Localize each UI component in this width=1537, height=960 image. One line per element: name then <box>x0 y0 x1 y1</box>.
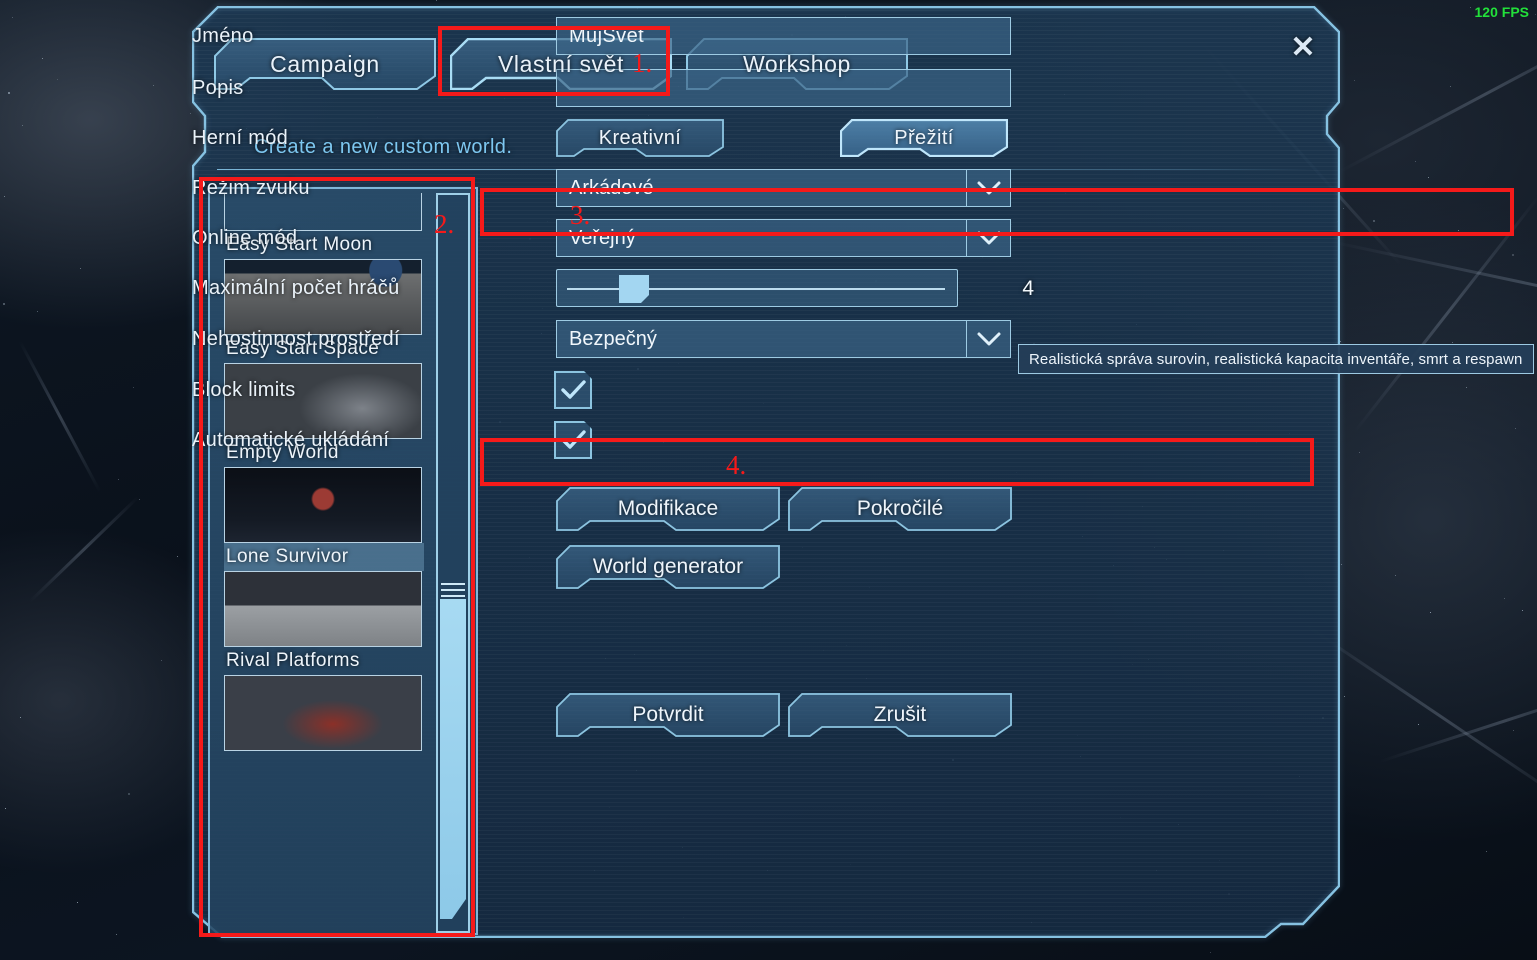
max-players-value: 4 <box>1022 277 1034 300</box>
sound-mode-control: Arkádové <box>556 169 1011 207</box>
scrollbar-grip-line <box>441 583 465 585</box>
name-input[interactable]: MujSvet <box>556 17 1011 55</box>
game-mode-control: Kreativní Přežití <box>556 118 1009 158</box>
row-hostility: Nehostinnost prostředí Bezpečný <box>192 317 1032 361</box>
fps-counter: 120 FPS <box>1474 4 1529 20</box>
hostility-dropdown[interactable]: Bezpečný <box>556 320 1011 358</box>
game-mode-tooltip: Realistická správa surovin, realistická … <box>1018 344 1534 374</box>
online-mode-label: Online mód <box>192 226 298 249</box>
description-label: Popis <box>192 76 244 99</box>
row-online-mode: Online mód Veřejný <box>192 216 1032 260</box>
hostility-control: Bezpečný <box>556 320 1011 358</box>
annotation-number-4: 4. <box>726 450 747 480</box>
check-icon <box>561 430 586 449</box>
sound-mode-value: Arkádové <box>569 176 654 199</box>
row-sound-mode: Režim zvuku Arkádové <box>192 166 1032 210</box>
tab-label: Campaign <box>270 50 380 77</box>
row-block-limits: Block limits <box>192 368 1032 412</box>
scrollbar-grip-line <box>441 589 465 591</box>
scenario-thumbnail <box>224 467 422 543</box>
confirm-label: Potvrdit <box>632 703 704 726</box>
annotation-number-1: 1. <box>632 48 653 78</box>
list-scrollbar-thumb[interactable] <box>440 599 466 919</box>
game-mode-survival-button[interactable]: Přežití <box>839 118 1009 158</box>
game-mode-label: Herní mód <box>192 126 289 149</box>
slider-handle[interactable] <box>619 275 649 303</box>
cancel-label: Zrušit <box>873 703 927 726</box>
confirm-button[interactable]: Potvrdit <box>556 693 780 737</box>
tab-label: Workshop <box>743 50 851 77</box>
chevron-down-icon[interactable] <box>966 220 1010 256</box>
mods-button[interactable]: Modifikace <box>556 487 780 531</box>
list-item-label: Lone Survivor <box>224 543 424 571</box>
row-max-players: Maximální počet hráčů 4 <box>192 266 1034 310</box>
auto-save-label: Automatické ukládání <box>192 428 390 451</box>
max-players-label: Maximální počet hráčů <box>192 276 400 299</box>
advanced-button[interactable]: Pokročilé <box>788 487 1012 531</box>
annotation-number-3: 3. <box>570 200 591 230</box>
name-control: MujSvet <box>556 17 1011 55</box>
world-generator-button[interactable]: World generator <box>556 545 780 589</box>
game-mode-survival-label: Přežití <box>894 126 954 149</box>
hostility-value: Bezpečný <box>569 327 657 350</box>
max-players-slider[interactable] <box>556 269 958 307</box>
row-game-mode: Herní mód Kreativní Přežití <box>192 116 1032 160</box>
online-mode-control: Veřejný <box>556 219 1011 257</box>
list-item-selected[interactable]: Lone Survivor <box>224 467 424 571</box>
list-item[interactable] <box>224 675 424 751</box>
list-item[interactable]: Rival Platforms <box>224 571 424 675</box>
online-mode-dropdown[interactable]: Veřejný <box>556 219 1011 257</box>
sound-mode-label: Režim zvuku <box>192 176 310 199</box>
game-mode-creative-label: Kreativní <box>598 126 682 149</box>
scenario-thumbnail <box>224 675 422 751</box>
row-auto-save: Automatické ukládání <box>192 418 1032 462</box>
list-item-label: Rival Platforms <box>226 650 360 671</box>
block-limits-label: Block limits <box>192 378 296 401</box>
max-players-control: 4 <box>556 269 1034 307</box>
auto-save-control <box>554 421 592 459</box>
chevron-down-icon[interactable] <box>966 321 1010 357</box>
hostility-label: Nehostinnost prostředí <box>192 327 400 350</box>
chevron-down-icon[interactable] <box>966 170 1010 206</box>
scenario-thumbnail <box>224 571 422 647</box>
cancel-button[interactable]: Zrušit <box>788 693 1012 737</box>
auto-save-checkbox[interactable] <box>554 421 592 459</box>
world-generator-label: World generator <box>592 555 744 578</box>
mods-label: Modifikace <box>617 497 719 520</box>
game-mode-creative-button[interactable]: Kreativní <box>556 119 724 157</box>
scrollbar-grip-line <box>441 595 465 597</box>
name-label: Jméno <box>192 24 254 47</box>
advanced-label: Pokročilé <box>856 497 944 520</box>
tab-label: Vlastní svět <box>497 50 625 77</box>
close-icon[interactable]: ✕ <box>1288 31 1318 64</box>
block-limits-checkbox[interactable] <box>554 371 592 409</box>
annotation-number-2: 2. <box>434 209 455 239</box>
block-limits-control <box>554 371 592 409</box>
sound-mode-dropdown[interactable]: Arkádové <box>556 169 1011 207</box>
custom-world-dialog: Campaign Vlastní svět Workshop ✕ Create … <box>192 6 1340 938</box>
check-icon <box>561 380 586 399</box>
